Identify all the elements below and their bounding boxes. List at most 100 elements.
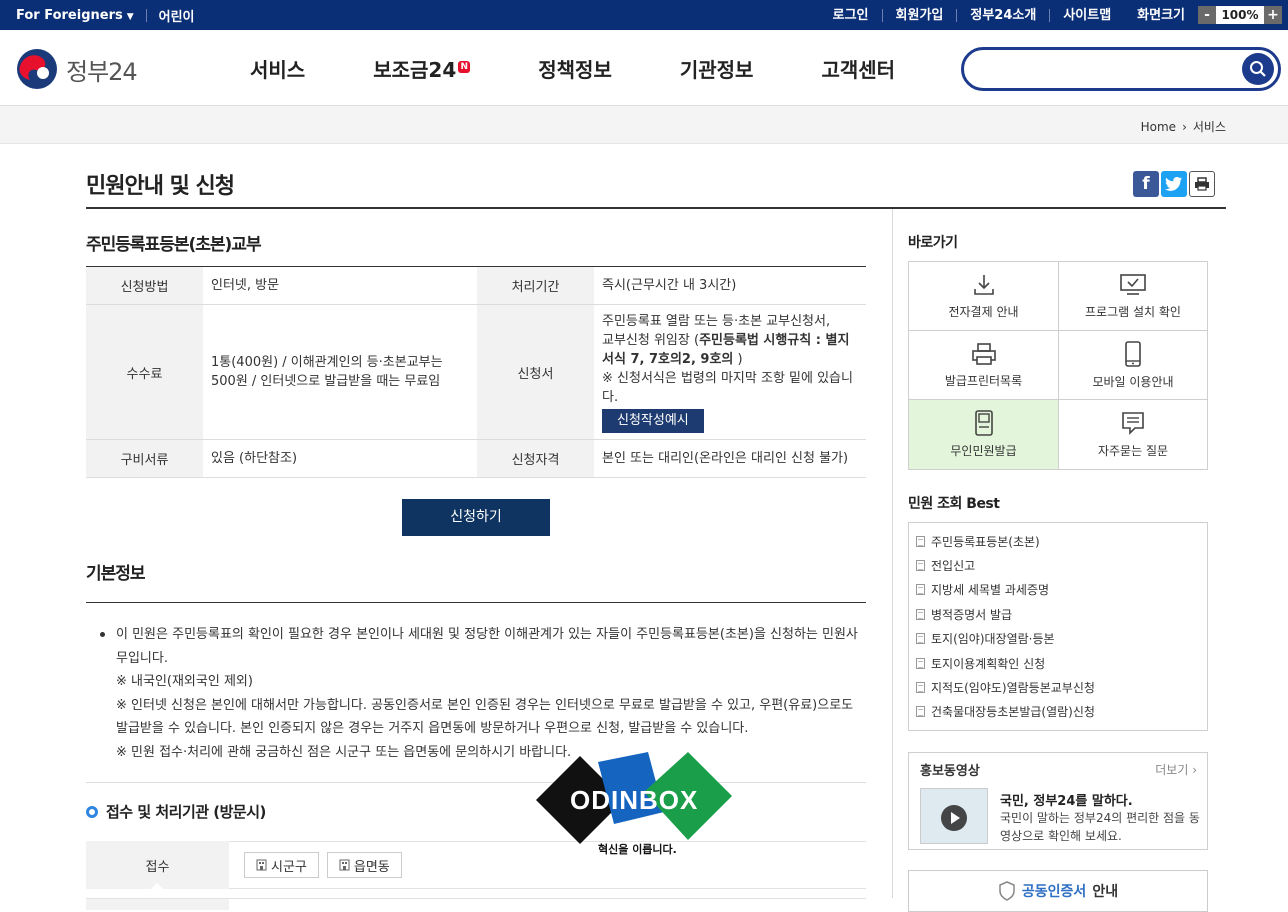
bullet [100, 632, 105, 637]
search-button[interactable] [1242, 53, 1274, 85]
document-icon [916, 608, 925, 620]
nav-subsidy24[interactable]: 보조금24 N [373, 54, 471, 83]
search-icon [1250, 61, 1266, 77]
zoom-in-button[interactable]: + [1264, 6, 1282, 24]
table-row: 구비서류 있음 (하단참조) 신청자격 본인 또는 대리인(온라인은 대리인 신… [86, 439, 866, 478]
taegeuk-logo-icon [17, 49, 57, 89]
cert-label: 안내 [1092, 884, 1119, 901]
list-item[interactable]: 지방세 세목별 과세증명 [916, 578, 1207, 602]
docs-value: 있음 (하단참조) [203, 439, 477, 478]
list-item[interactable]: 지적도(임야도)열람등본교부신청 [916, 675, 1207, 699]
nav-agency-info[interactable]: 기관정보 [680, 54, 754, 83]
kids-link[interactable]: 어린이 [159, 6, 195, 25]
login-link[interactable]: 로그인 [820, 8, 883, 22]
form-line2-end: ) [733, 351, 743, 367]
period-label: 처리기간 [477, 266, 594, 305]
list-item[interactable]: 토지이용계획확인 신청 [916, 651, 1207, 675]
best-list: 주민등록표등본(초본) 전입신고 지방세 세목별 과세증명 병적증명서 발급 토… [908, 522, 1208, 732]
table-row: 수수료 1통(400원) / 이해관계인의 등·초본교부는 500원 / 인터넷… [86, 304, 866, 440]
top-utility-bar: For Foreigners ▼ 어린이 로그인 회원가입 정부24소개 사이트맵… [0, 0, 1288, 30]
promo-headline: 국민, 정부24를 말하다. [1000, 794, 1133, 810]
nav-services[interactable]: 서비스 [250, 54, 305, 83]
shortcut-label: 모바일 이용안내 [1092, 374, 1174, 389]
form-line2-text: 교부신청 위임장 ( [602, 332, 700, 348]
about-link[interactable]: 정부24소개 [957, 8, 1051, 22]
list-item[interactable]: 토지(임야)대장열람·등본 [916, 627, 1207, 651]
search-box [961, 47, 1281, 91]
sigungu-tab[interactable]: 시군구 [244, 852, 319, 878]
breadcrumb-home[interactable]: Home [1141, 120, 1176, 134]
sitemap-link[interactable]: 사이트맵 [1050, 9, 1124, 22]
site-header: 정부24 서비스 보조금24 N 정책정보 기관정보 고객센터 [0, 30, 1288, 106]
watermark-text: ODINBOX [570, 785, 699, 815]
form-label: 신청서 [477, 304, 594, 440]
form-line1: 주민등록표 열람 또는 등·초본 교부신청서, [602, 313, 831, 329]
list-item[interactable]: 전입신고 [916, 553, 1207, 577]
list-item[interactable]: 병적증명서 발급 [916, 602, 1207, 626]
faq-chat-icon [1122, 412, 1144, 435]
promo-more-link[interactable]: 더보기 › [1155, 761, 1197, 778]
play-icon [941, 805, 967, 832]
cert-highlight: 공동인증서 [1021, 884, 1087, 901]
breadcrumb-bar: Home › 서비스 [0, 106, 1288, 144]
search-input[interactable] [978, 50, 1248, 86]
eupmyeondong-tab[interactable]: 읍면동 [326, 852, 402, 878]
nav-customer-center[interactable]: 고객센터 [821, 54, 895, 83]
list-item[interactable]: 주민등록표등본(초본) [916, 529, 1207, 553]
zoom-out-button[interactable]: - [1198, 6, 1216, 24]
zoom-value: 100% [1221, 8, 1259, 22]
method-label: 신청방법 [86, 266, 203, 305]
document-icon [916, 682, 925, 694]
fee-value: 1통(400원) / 이해관계인의 등·초본교부는 500원 / 인터넷으로 발… [203, 304, 477, 440]
reception-row-next [86, 898, 866, 910]
shortcut-printer-list[interactable]: 발급프린터목록 [909, 331, 1059, 400]
mobile-icon [1125, 340, 1141, 367]
list-item-label: 지적도(임야도)열람등본교부신청 [931, 681, 1095, 696]
basic-info-description: 이 민원은 주민등록표의 확인이 필요한 경우 본인이나 세대원 및 정당한 이… [86, 623, 866, 783]
shortcut-kiosk[interactable]: 무인민원발급 [909, 400, 1059, 469]
building-icon [256, 859, 267, 871]
desc-line: ※ 민원 접수·처리에 관해 궁금하신 점은 시군구 또는 읍면동에 문의하시기… [116, 744, 572, 760]
cert-guide-button[interactable]: 공동인증서 안내 [908, 870, 1208, 912]
shortcut-mobile-guide[interactable]: 모바일 이용안내 [1059, 331, 1207, 400]
apply-button[interactable]: 신청하기 [402, 499, 550, 536]
service-title: 주민등록표등본(초본)교부 [86, 235, 262, 255]
form-line2: 교부신청 위임장 (주민등록법 시행규칙 : 별지서식 7, 7호의2, 9호의… [602, 331, 858, 369]
print-icon[interactable] [1189, 171, 1215, 197]
circle-bullet-icon [86, 805, 98, 818]
download-icon [973, 274, 994, 295]
nav-subsidy24-label: 보조금24 [373, 57, 457, 82]
shortcut-label: 자주묻는 질문 [1097, 444, 1169, 458]
top-left-links: For Foreigners ▼ 어린이 [16, 6, 195, 25]
logo-text: 정부24 [66, 57, 138, 86]
promo-video-thumbnail[interactable] [920, 788, 988, 845]
monitor-check-icon [1120, 273, 1146, 295]
right-sidebar: 바로가기 전자결제 안내 프로그램 설치 확인 발급프린터목록 모바일 이용안내… [908, 209, 1208, 912]
form-example-button[interactable]: 신청작성예시 [602, 408, 704, 433]
page-title: 민원안내 및 신청 [86, 174, 235, 199]
shortcut-program-check[interactable]: 프로그램 설치 확인 [1059, 262, 1207, 331]
odinbox-watermark: ODINBOX 혁신을 이릅니다. [532, 752, 738, 860]
best-title: 민원 조회 Best [908, 496, 1000, 512]
form-note: ※ 신청서식은 법령의 마지막 조항 밑에 있습니다. [602, 370, 853, 405]
method-value: 인터넷, 방문 [203, 266, 477, 305]
chevron-right-icon: › [1192, 763, 1197, 778]
signup-link[interactable]: 회원가입 [883, 8, 958, 22]
shield-icon [999, 881, 1015, 901]
twitter-share-icon[interactable] [1161, 171, 1187, 197]
building-icon [339, 859, 350, 871]
gov24-logo[interactable]: 정부24 [16, 48, 138, 90]
new-badge: N [458, 60, 471, 73]
facebook-share-icon[interactable]: f [1133, 171, 1159, 197]
shortcut-e-payment[interactable]: 전자결제 안내 [909, 262, 1059, 331]
breadcrumb-services[interactable]: 서비스 [1193, 118, 1226, 135]
reception-title-text: 접수 및 처리기관 (방문시) [106, 803, 266, 821]
share-tools: f [1133, 171, 1215, 197]
table-row: 신청방법 인터넷, 방문 처리기간 즉시(근무시간 내 3시간) [86, 266, 866, 305]
list-item[interactable]: 건축물대장등초본발급(열람)신청 [916, 700, 1207, 724]
shortcut-faq[interactable]: 자주묻는 질문 [1059, 400, 1207, 469]
nav-policy-info[interactable]: 정책정보 [538, 54, 612, 83]
promo-description: 국민이 말하는 정부24의 편리한 점을 동영상으로 확인해 보세요. [1000, 811, 1200, 844]
for-foreigners-dropdown[interactable]: For Foreigners ▼ [16, 8, 134, 23]
list-item-label: 전입신고 [931, 559, 976, 574]
